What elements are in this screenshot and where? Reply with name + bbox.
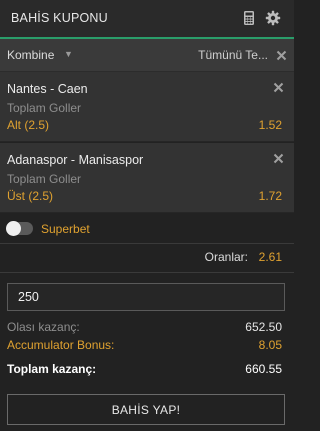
close-icon[interactable] bbox=[276, 50, 287, 61]
market-name: Toplam Goller bbox=[7, 172, 82, 186]
selection-odds: 1.52 bbox=[258, 118, 282, 132]
potential-win-value: 652.50 bbox=[245, 320, 282, 334]
divider bbox=[0, 272, 294, 273]
place-bet-button[interactable]: BAHİS YAP! bbox=[7, 394, 285, 425]
accumulator-bonus-value: 8.05 bbox=[258, 338, 282, 352]
accumulator-bonus-row: Accumulator Bonus: 8.05 bbox=[7, 338, 282, 354]
bet-type-bar: Kombine ▼ Tümünü Te... bbox=[0, 39, 294, 72]
bet-item: Nantes - Caen Toplam Goller Alt (2.5) 1.… bbox=[0, 72, 294, 142]
calculator-icon[interactable] bbox=[241, 10, 257, 26]
total-win-row: Toplam kazanç: 660.55 bbox=[7, 362, 282, 378]
total-odds-value: 2.61 bbox=[258, 250, 282, 264]
match-name: Nantes - Caen bbox=[7, 82, 88, 96]
superbet-label: Superbet bbox=[41, 222, 90, 236]
betslip-header: BAHİS KUPONU bbox=[0, 0, 294, 39]
selection-odds: 1.72 bbox=[258, 189, 282, 203]
total-win-value: 660.55 bbox=[245, 362, 282, 376]
selection-name: Alt (2.5) bbox=[7, 118, 50, 132]
market-name: Toplam Goller bbox=[7, 101, 82, 115]
total-odds-label: Oranlar: bbox=[204, 250, 248, 264]
total-win-label: Toplam kazanç: bbox=[7, 362, 97, 376]
accumulator-bonus-label: Accumulator Bonus: bbox=[7, 338, 115, 352]
betslip-title: BAHİS KUPONU bbox=[11, 11, 108, 25]
bet-item: Adanaspor - Manisaspor Toplam Goller Üst… bbox=[0, 143, 294, 213]
remove-bet-icon[interactable] bbox=[273, 153, 284, 164]
clear-all-link[interactable]: Tümünü Te... bbox=[198, 48, 268, 62]
gear-icon[interactable] bbox=[265, 10, 281, 26]
selection-name: Üst (2.5) bbox=[7, 189, 54, 203]
stake-input[interactable] bbox=[7, 283, 285, 311]
potential-win-label: Olası kazanç: bbox=[7, 320, 80, 334]
superbet-toggle[interactable] bbox=[6, 221, 33, 236]
remove-bet-icon[interactable] bbox=[273, 82, 284, 93]
divider bbox=[0, 243, 294, 244]
match-name: Adanaspor - Manisaspor bbox=[7, 153, 144, 167]
bet-type-select[interactable]: Kombine bbox=[7, 48, 54, 62]
toggle-knob bbox=[6, 221, 21, 236]
potential-win-row: Olası kazanç: 652.50 bbox=[7, 320, 282, 336]
caret-down-icon[interactable]: ▼ bbox=[64, 49, 73, 59]
superbet-row: Superbet bbox=[0, 213, 294, 243]
